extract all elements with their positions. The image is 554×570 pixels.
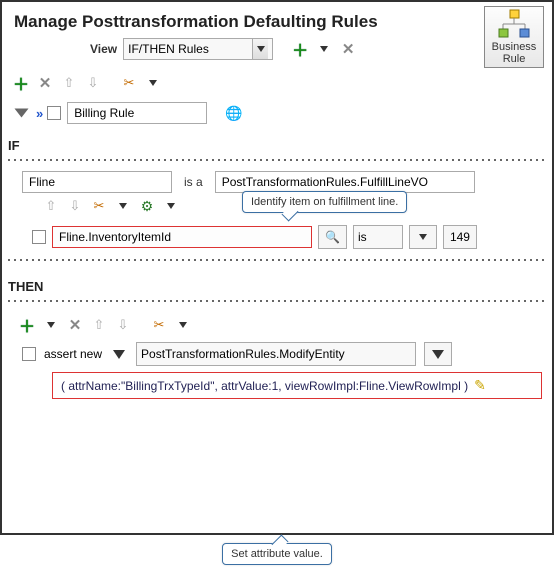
then-cut-menu-icon[interactable] xyxy=(174,316,192,334)
then-attr-expression[interactable]: ( attrName:"BillingTrxTypeId", attrValue… xyxy=(52,372,542,399)
cut-icon[interactable]: ✂ xyxy=(120,74,138,92)
hierarchy-icon xyxy=(497,9,531,39)
then-move-up-icon[interactable]: ⇧ xyxy=(90,316,108,334)
then-entity-select[interactable]: PostTransformationRules.ModifyEntity xyxy=(136,342,416,366)
edit-expression-icon[interactable]: ✎ xyxy=(474,377,486,394)
page-title: Manage Posttransformation Defaulting Rul… xyxy=(10,6,378,34)
view-select[interactable]: IF/THEN Rules xyxy=(123,38,273,60)
cond-move-down-icon[interactable]: ⇩ xyxy=(66,197,84,215)
rule-name-input[interactable]: Billing Rule xyxy=(67,102,207,124)
view-label: View xyxy=(90,42,117,56)
then-toolbar: ＋ ✕ ⇧ ⇩ ✂ xyxy=(12,312,542,338)
set-attr-callout: Set attribute value. xyxy=(222,543,332,565)
is-a-label: is a xyxy=(178,175,209,189)
cond-gear-icon[interactable]: ⚙ xyxy=(138,197,156,215)
rule-header: » Billing Rule 🌐 xyxy=(2,96,552,130)
operator-select[interactable]: is xyxy=(353,225,403,249)
operator-value: is xyxy=(358,230,367,244)
edit-rule-icon[interactable]: 🌐 xyxy=(225,105,242,122)
if-subject-input[interactable]: Fline xyxy=(22,171,172,193)
then-checkbox[interactable] xyxy=(22,347,36,361)
then-entity-value: PostTransformationRules.ModifyEntity xyxy=(141,347,345,361)
business-rule-label: Business Rule xyxy=(492,41,537,65)
if-section-label: IF xyxy=(2,130,552,155)
cond-cut-menu-icon[interactable] xyxy=(114,197,132,215)
move-down-icon[interactable]: ⇩ xyxy=(84,74,102,92)
collapse-icon[interactable] xyxy=(12,104,30,122)
if-attribute-input[interactable]: Fline.InventoryItemId xyxy=(52,226,312,248)
if-type-input[interactable]: PostTransformationRules.FulfillLineVO xyxy=(215,171,475,193)
lookup-icon[interactable]: 🔍 xyxy=(318,225,347,249)
view-select-value: IF/THEN Rules xyxy=(128,42,248,56)
rule-checkbox[interactable] xyxy=(47,106,61,120)
cond-gear-menu-icon[interactable] xyxy=(162,197,180,215)
then-add-icon[interactable]: ＋ xyxy=(18,316,36,334)
then-move-down-icon[interactable]: ⇩ xyxy=(114,316,132,334)
then-delete-icon[interactable]: ✕ xyxy=(66,316,84,334)
if-value-box[interactable]: 149 xyxy=(443,225,477,249)
if-attribute-value: Fline.InventoryItemId xyxy=(59,230,171,244)
rule-name-value: Billing Rule xyxy=(74,106,134,120)
identify-callout: Identify item on fulfillment line. xyxy=(242,191,407,213)
if-subject-value: Fline xyxy=(29,175,55,189)
rules-toolbar: ＋ ✕ ⇧ ⇩ ✂ xyxy=(2,70,552,96)
then-section-label: THEN xyxy=(2,271,552,296)
move-up-icon[interactable]: ⇧ xyxy=(60,74,78,92)
then-add-menu-icon[interactable] xyxy=(42,316,60,334)
chevron-down-icon[interactable] xyxy=(252,39,268,59)
identify-callout-text: Identify item on fulfillment line. xyxy=(251,196,398,208)
then-action-label: assert new xyxy=(44,347,102,361)
divider xyxy=(8,300,546,302)
then-cut-icon[interactable]: ✂ xyxy=(150,316,168,334)
delete-icon[interactable]: ✕ xyxy=(339,40,357,58)
operator-dropdown-icon[interactable] xyxy=(409,225,437,249)
divider xyxy=(8,159,546,161)
expand-all-icon[interactable]: » xyxy=(36,106,41,121)
add-menu-icon[interactable] xyxy=(315,40,333,58)
then-action-menu-icon[interactable] xyxy=(110,345,128,363)
if-type-value: PostTransformationRules.FulfillLineVO xyxy=(222,175,428,189)
add-icon[interactable]: ＋ xyxy=(291,40,309,58)
business-rule-button[interactable]: Business Rule xyxy=(484,6,544,68)
add-rule-icon[interactable]: ＋ xyxy=(12,74,30,92)
cond-cut-icon[interactable]: ✂ xyxy=(90,197,108,215)
delete-rule-icon[interactable]: ✕ xyxy=(36,74,54,92)
cond-checkbox[interactable] xyxy=(32,230,46,244)
divider xyxy=(8,259,546,261)
then-entity-dropdown-icon[interactable] xyxy=(424,342,452,366)
cond-move-up-icon[interactable]: ⇧ xyxy=(42,197,60,215)
if-value: 149 xyxy=(450,230,470,244)
cut-menu-icon[interactable] xyxy=(144,74,162,92)
then-attr-text: ( attrName:"BillingTrxTypeId", attrValue… xyxy=(61,379,468,393)
